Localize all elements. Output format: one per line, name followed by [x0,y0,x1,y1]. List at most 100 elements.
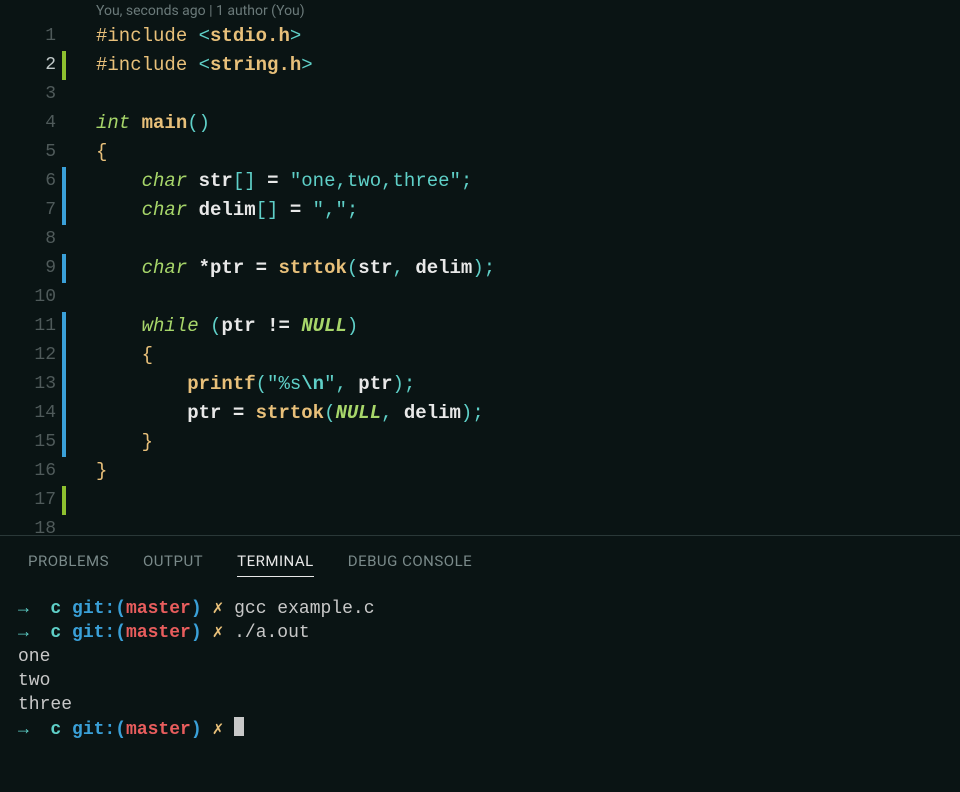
line-number: 11 [0,312,62,341]
code-line[interactable]: 2 #include <string.h> [0,51,960,80]
code-content [96,80,960,109]
codelens-annotation: You, seconds ago | 1 author (You) [0,0,960,22]
terminal-line: two [18,669,942,693]
gutter-modification-marker [62,22,66,51]
prompt-git-prefix: git:( [72,720,126,740]
terminal-command: ./a.out [234,623,310,643]
tab-problems[interactable]: PROBLEMS [28,552,109,577]
gutter-modification-marker [62,167,66,196]
prompt-git-suffix: ) [191,599,213,619]
code-content: char *ptr = strtok(str, delim); [96,254,960,283]
terminal-output: three [18,695,72,715]
gutter-modification-marker [62,515,66,535]
line-number: 5 [0,138,62,167]
code-content [96,225,960,254]
code-content: { [96,138,960,167]
code-line[interactable]: 17 [0,486,960,515]
code-content: int main() [96,109,960,138]
prompt-git-suffix: ) [191,623,213,643]
line-number: 16 [0,457,62,486]
code-line[interactable]: 16} [0,457,960,486]
prompt-git-prefix: git:( [72,623,126,643]
gutter-modification-marker [62,370,66,399]
prompt-dirty-icon: ✗ [212,623,234,643]
code-content: #include <string.h> [96,51,960,80]
terminal-output: one [18,647,50,667]
code-line[interactable]: 12 { [0,341,960,370]
code-line[interactable]: 15 } [0,428,960,457]
prompt-arrow-icon: → [18,720,50,740]
line-number: 12 [0,341,62,370]
tab-debug-console[interactable]: DEBUG CONSOLE [348,552,473,577]
code-line[interactable]: 5{ [0,138,960,167]
panel-tab-bar: PROBLEMS OUTPUT TERMINAL DEBUG CONSOLE [0,536,960,587]
terminal-line: → c git:(master) ✗ gcc example.c [18,597,942,621]
line-number: 17 [0,486,62,515]
prompt-branch: master [126,599,191,619]
gutter-modification-marker [62,312,66,341]
line-number: 9 [0,254,62,283]
line-number: 4 [0,109,62,138]
tab-output[interactable]: OUTPUT [143,552,203,577]
code-content: ptr = strtok(NULL, delim); [96,399,960,428]
prompt-branch: master [126,720,191,740]
line-number: 13 [0,370,62,399]
prompt-git-suffix: ) [191,720,213,740]
gutter-modification-marker [62,80,66,109]
code-content: while (ptr != NULL) [96,312,960,341]
line-number: 3 [0,80,62,109]
prompt-dir: c [50,623,72,643]
gutter-modification-marker [62,51,66,80]
code-content: } [96,457,960,486]
code-line[interactable]: 4 int main() [0,109,960,138]
terminal-line: three [18,693,942,717]
code-line[interactable]: 7 char delim[] = ","; [0,196,960,225]
prompt-dir: c [50,720,72,740]
code-content: #include <stdio.h> [96,22,960,51]
prompt-dirty-icon: ✗ [212,599,234,619]
terminal-line: → c git:(master) ✗ ./a.out [18,621,942,645]
gutter-modification-marker [62,457,66,486]
gutter-modification-marker [62,486,66,515]
line-number: 15 [0,428,62,457]
code-line[interactable]: 1#include <stdio.h> [0,22,960,51]
line-number: 10 [0,283,62,312]
prompt-arrow-icon: → [18,599,50,619]
gutter-modification-marker [62,428,66,457]
line-number: 14 [0,399,62,428]
code-line[interactable]: 10 [0,283,960,312]
code-line[interactable]: 18 [0,515,960,535]
gutter-modification-marker [62,283,66,312]
gutter-modification-marker [62,225,66,254]
gutter-modification-marker [62,341,66,370]
code-content: { [96,341,960,370]
gutter-modification-marker [62,254,66,283]
line-number: 8 [0,225,62,254]
code-editor[interactable]: You, seconds ago | 1 author (You) 1#incl… [0,0,960,535]
code-content: } [96,428,960,457]
bottom-panel: PROBLEMS OUTPUT TERMINAL DEBUG CONSOLE →… [0,536,960,792]
code-line[interactable]: 8 [0,225,960,254]
terminal-output: two [18,671,50,691]
prompt-arrow-icon: → [18,623,50,643]
code-line[interactable]: 3 [0,80,960,109]
code-line[interactable]: 6 char str[] = "one,two,three"; [0,167,960,196]
tab-terminal[interactable]: TERMINAL [237,552,314,577]
prompt-branch: master [126,623,191,643]
code-line[interactable]: 9 char *ptr = strtok(str, delim); [0,254,960,283]
code-content [96,486,960,515]
line-number: 7 [0,196,62,225]
code-content [96,515,960,535]
gutter-modification-marker [62,196,66,225]
terminal-cursor [234,717,244,736]
terminal-line: one [18,645,942,669]
code-line[interactable]: 14 ptr = strtok(NULL, delim); [0,399,960,428]
gutter-modification-marker [62,399,66,428]
line-number: 6 [0,167,62,196]
code-line[interactable]: 11 while (ptr != NULL) [0,312,960,341]
gutter-modification-marker [62,138,66,167]
terminal[interactable]: → c git:(master) ✗ gcc example.c→ c git:… [0,587,960,742]
code-line[interactable]: 13 printf("%s\n", ptr); [0,370,960,399]
terminal-command: gcc example.c [234,599,374,619]
line-number: 2 [0,51,62,80]
